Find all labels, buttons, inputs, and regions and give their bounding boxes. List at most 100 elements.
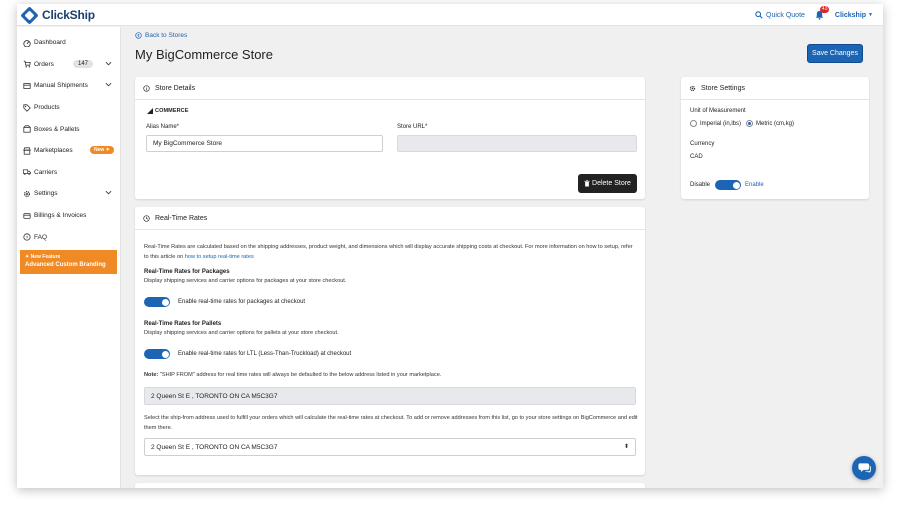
bigcommerce-logo-text: COMMERCE: [155, 108, 189, 114]
top-actions: Quick Quote 43 Clickship ▼: [755, 4, 873, 26]
chat-support-button[interactable]: [852, 456, 876, 480]
sidebar-item-label: Carriers: [34, 168, 58, 176]
brand-logo[interactable]: ClickShip: [20, 5, 95, 25]
store-enable-toggle[interactable]: [715, 180, 741, 190]
packages-rates-toggle[interactable]: [144, 297, 170, 307]
promo-banner[interactable]: ✦ New Feature Advanced Custom Branding: [20, 249, 117, 274]
sidebar-item-settings[interactable]: Settings: [17, 183, 120, 205]
caret-down-icon: ▼: [868, 12, 873, 18]
cart-icon: [23, 60, 31, 68]
main-content: Back to Stores My BigCommerce Store Save…: [121, 27, 883, 488]
currency-label: Currency: [690, 141, 715, 147]
real-time-rates-title: Real-Time Rates: [155, 214, 208, 222]
ship-from-address-select[interactable]: 2 Queen St E , TORONTO ON CA M5C3G7 ⬍: [144, 438, 636, 456]
radio-checked[interactable]: [746, 120, 753, 127]
alias-name-label: Alias Name*: [146, 124, 180, 130]
imperial-label: Imperial (in,lbs): [700, 120, 742, 127]
promo-label: ✦ New Feature: [25, 253, 61, 260]
packages-toggle-label: Enable real-time rates for packages at c…: [178, 299, 306, 305]
sidebar-item-faq[interactable]: ? FAQ: [17, 226, 120, 248]
metric-label: Metric (cm,kg): [756, 120, 794, 127]
sidebar-item-billings[interactable]: Billings & Invoices: [17, 205, 120, 227]
chevron-down-icon[interactable]: [105, 82, 112, 89]
bigcommerce-logo: COMMERCE: [147, 108, 189, 114]
info-icon: [143, 84, 150, 92]
delete-store-button[interactable]: Delete Store: [578, 174, 637, 193]
sidebar-item-label: Billings & Invoices: [34, 212, 87, 220]
store-settings-card: Store Settings Unit of Measurement Imper…: [681, 77, 869, 199]
metric-radio[interactable]: Metric (cm,kg): [746, 120, 794, 127]
promo-title: Advanced Custom Branding: [25, 261, 106, 268]
alias-name-input[interactable]: My BigCommerce Store: [146, 135, 383, 152]
sidebar-item-label: Marketplaces: [34, 147, 73, 155]
clock-icon: [143, 214, 150, 222]
radio-unchecked[interactable]: [690, 120, 697, 127]
arrow-left-circle-icon: [135, 32, 142, 39]
shipment-icon: [23, 82, 31, 90]
notifications-button[interactable]: 43: [815, 6, 830, 20]
pallets-description: Display shipping services and carrier op…: [144, 330, 339, 336]
user-menu-label: Clickship: [834, 11, 867, 19]
user-menu[interactable]: Clickship ▼: [835, 12, 873, 19]
delete-store-label: Delete Store: [592, 180, 631, 187]
sidebar-item-label: Dashboard: [34, 39, 66, 47]
search-icon: [755, 11, 763, 19]
store-details-card: Store Details COMMERCE Alias Name* My Bi…: [135, 77, 645, 199]
rates-intro: Real-Time Rates are calculated based on …: [144, 244, 633, 260]
sidebar-item-boxes-pallets[interactable]: Boxes & Pallets: [17, 118, 120, 140]
quick-quote-label: Quick Quote: [766, 11, 805, 19]
question-icon: ?: [23, 233, 31, 241]
dashboard-icon: [23, 39, 31, 47]
sidebar: Dashboard Orders 147 Manual Shipments Pr…: [17, 27, 121, 488]
back-link-label: Back to Stores: [145, 32, 188, 39]
store-details-title: Store Details: [155, 84, 196, 92]
sidebar-item-label: Orders: [34, 60, 54, 68]
pallets-toggle-label: Enable real-time rates for LTL (Less-Tha…: [178, 351, 352, 357]
save-changes-button[interactable]: Save Changes: [807, 44, 863, 63]
sidebar-item-label: Products: [34, 104, 60, 112]
sidebar-item-dashboard[interactable]: Dashboard: [17, 32, 120, 54]
unit-of-measurement-label: Unit of Measurement: [690, 108, 746, 114]
store-settings-header: Store Settings: [681, 77, 869, 100]
chevron-down-icon[interactable]: [105, 61, 112, 68]
store-url-label: Store URL*: [397, 124, 428, 130]
sidebar-item-orders[interactable]: Orders 147: [17, 54, 120, 76]
enable-label: Enable: [745, 182, 764, 188]
store-url-input[interactable]: [397, 135, 637, 152]
clickship-logo-icon: [20, 5, 39, 25]
sidebar-item-manual-shipments[interactable]: Manual Shipments: [17, 75, 120, 97]
sidebar-item-label: FAQ: [34, 233, 48, 241]
sidebar-item-label: Settings: [34, 190, 58, 198]
chat-icon: [857, 463, 871, 474]
back-to-stores-link[interactable]: Back to Stores: [135, 32, 187, 39]
imperial-radio[interactable]: Imperial (in,lbs): [690, 120, 741, 127]
select-arrows-icon: ⬍: [623, 444, 629, 450]
svg-text:?: ?: [26, 235, 29, 241]
trash-icon: [584, 180, 590, 187]
next-section-card: [135, 483, 645, 488]
ship-from-note: Note: "SHIP FROM" address for real time …: [144, 372, 442, 378]
quick-quote-link[interactable]: Quick Quote: [755, 11, 805, 19]
ship-from-address-field[interactable]: 2 Queen St E , TORONTO ON CA M5C3G7: [144, 387, 636, 405]
currency-value: CAD: [690, 154, 703, 160]
real-time-rates-card: Real-Time Rates Real-Time Rates are calc…: [135, 207, 645, 475]
store-settings-title: Store Settings: [701, 84, 745, 92]
pallets-rates-toggle[interactable]: [144, 349, 170, 359]
setup-rates-link[interactable]: how to setup real-time rates: [185, 254, 254, 260]
real-time-rates-header: Real-Time Rates: [135, 207, 645, 230]
app-window: ClickShip Quick Quote 43 Clickship ▼ Das…: [17, 4, 883, 488]
sidebar-item-products[interactable]: Products: [17, 97, 120, 119]
store-icon: [23, 147, 31, 155]
sidebar-item-carriers[interactable]: Carriers: [17, 162, 120, 184]
top-bar: ClickShip Quick Quote 43 Clickship ▼: [17, 4, 883, 26]
chevron-down-icon[interactable]: [105, 190, 112, 197]
box-icon: [23, 125, 31, 133]
new-badge: New ✦: [90, 145, 114, 154]
packages-title: Real-Time Rates for Packages: [144, 269, 230, 275]
gear-icon: [689, 85, 696, 92]
sidebar-item-marketplaces[interactable]: Marketplaces New ✦: [17, 140, 120, 162]
tag-icon: [23, 103, 31, 112]
brand-name: ClickShip: [42, 8, 95, 22]
notification-count-badge: 43: [819, 6, 830, 13]
page-title: My BigCommerce Store: [135, 47, 273, 62]
